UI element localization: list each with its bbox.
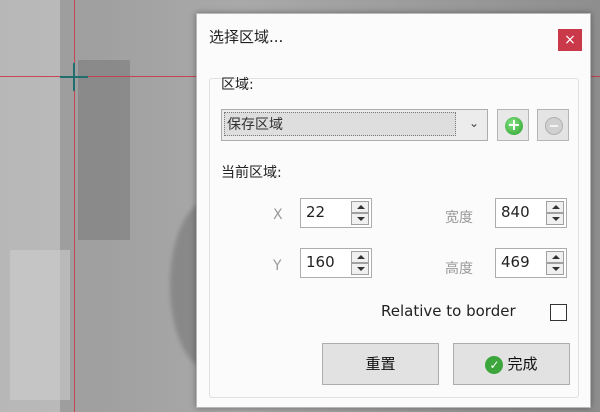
y-label: Y: [273, 258, 282, 274]
select-region-dialog: 选择区域... × 区域: 保存区域 ⌄ 当前区域: X 22 宽度 840 Y…: [196, 13, 591, 408]
close-button[interactable]: ×: [558, 29, 582, 51]
y-spinner[interactable]: 160: [300, 248, 372, 278]
background-light-area: [10, 250, 70, 400]
x-spinner[interactable]: 22: [300, 198, 372, 228]
x-value: 22: [306, 203, 326, 221]
crosshair-cursor-icon: [60, 63, 88, 91]
width-label: 宽度: [445, 210, 473, 226]
height-increment-button[interactable]: [546, 251, 564, 263]
plus-icon: [505, 115, 523, 135]
dialog-title: 选择区域...: [209, 28, 284, 46]
height-spinner[interactable]: 469: [495, 248, 567, 278]
add-region-button[interactable]: [497, 109, 529, 141]
remove-region-button[interactable]: [537, 109, 569, 141]
x-increment-button[interactable]: [351, 201, 369, 213]
done-button[interactable]: ✓ 完成: [453, 343, 570, 385]
y-increment-button[interactable]: [351, 251, 369, 263]
width-value: 840: [501, 203, 530, 221]
y-value: 160: [306, 253, 335, 271]
height-label: 高度: [445, 261, 473, 277]
region-dropdown[interactable]: 保存区域 ⌄: [221, 109, 488, 141]
minus-icon: [545, 117, 563, 135]
height-value: 469: [501, 253, 530, 271]
current-region-label: 当前区域:: [221, 165, 282, 181]
region-dropdown-value: 保存区域: [224, 112, 456, 136]
x-label: X: [273, 207, 283, 223]
width-increment-button[interactable]: [546, 201, 564, 213]
reset-button[interactable]: 重置: [322, 343, 439, 385]
reset-button-label: 重置: [365, 355, 396, 373]
relative-to-border-checkbox[interactable]: [550, 304, 567, 321]
done-button-label: 完成: [507, 355, 538, 373]
width-decrement-button[interactable]: [546, 213, 564, 225]
region-label: 区域:: [221, 77, 254, 93]
relative-to-border-label: Relative to border: [381, 302, 516, 320]
check-icon: ✓: [485, 355, 504, 374]
chevron-down-icon: ⌄: [468, 116, 479, 130]
y-decrement-button[interactable]: [351, 263, 369, 275]
width-spinner[interactable]: 840: [495, 198, 567, 228]
height-decrement-button[interactable]: [546, 263, 564, 275]
crosshair-vertical-line: [74, 0, 75, 412]
x-decrement-button[interactable]: [351, 213, 369, 225]
